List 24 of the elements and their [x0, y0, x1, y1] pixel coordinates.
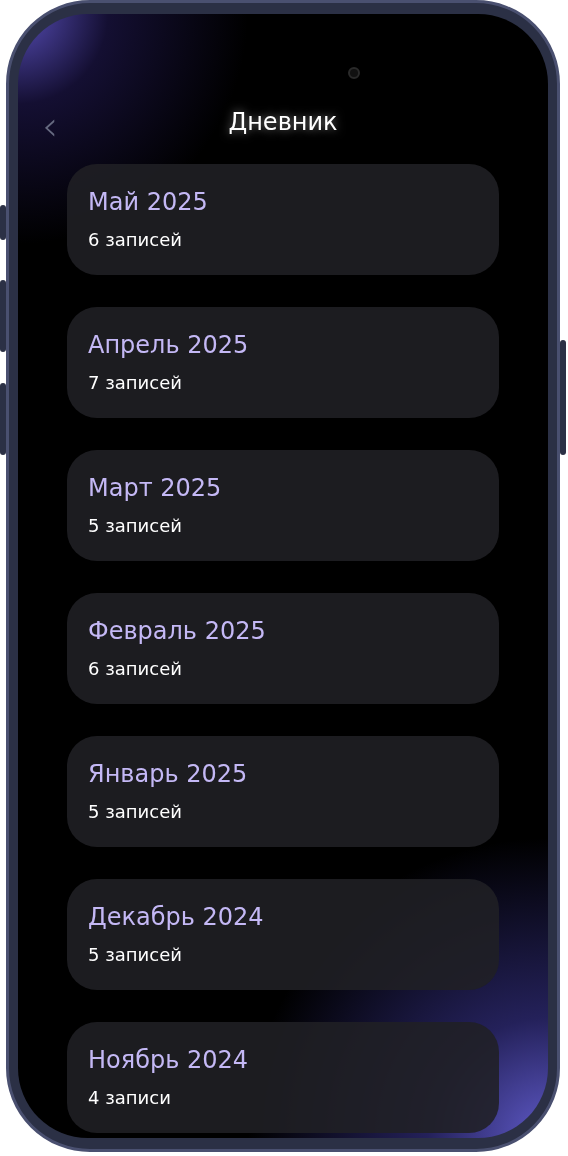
month-title: Апрель 2025 — [88, 330, 250, 361]
entry-count: 6 записей — [88, 228, 183, 252]
month-card[interactable]: Январь 2025 5 записей — [67, 736, 499, 847]
entry-count: 5 записей — [88, 800, 183, 824]
entry-count: 4 записи — [88, 1086, 172, 1110]
month-card[interactable]: Май 2025 6 записей — [67, 164, 499, 275]
month-title: Ноябрь 2024 — [88, 1045, 250, 1076]
entry-count: 7 записей — [88, 371, 183, 395]
month-title: Март 2025 — [88, 473, 223, 504]
screen-title: Дневник — [228, 107, 338, 138]
entry-count: 5 записей — [88, 514, 183, 538]
month-card[interactable]: Март 2025 5 записей — [67, 450, 499, 561]
entry-count: 5 записей — [88, 943, 183, 967]
camera-icon — [348, 67, 360, 79]
month-card[interactable]: Февраль 2025 6 записей — [67, 593, 499, 704]
month-card[interactable]: Декабрь 2024 5 записей — [67, 879, 499, 990]
month-title: Январь 2025 — [88, 759, 249, 790]
month-card[interactable]: Ноябрь 2024 4 записи — [67, 1022, 499, 1133]
month-title: Май 2025 — [88, 187, 209, 218]
entry-count: 6 записей — [88, 657, 183, 681]
month-title: Февраль 2025 — [88, 616, 267, 647]
month-title: Декабрь 2024 — [88, 902, 265, 933]
month-card[interactable]: Апрель 2025 7 записей — [67, 307, 499, 418]
back-button[interactable]: ‹ — [38, 106, 62, 146]
